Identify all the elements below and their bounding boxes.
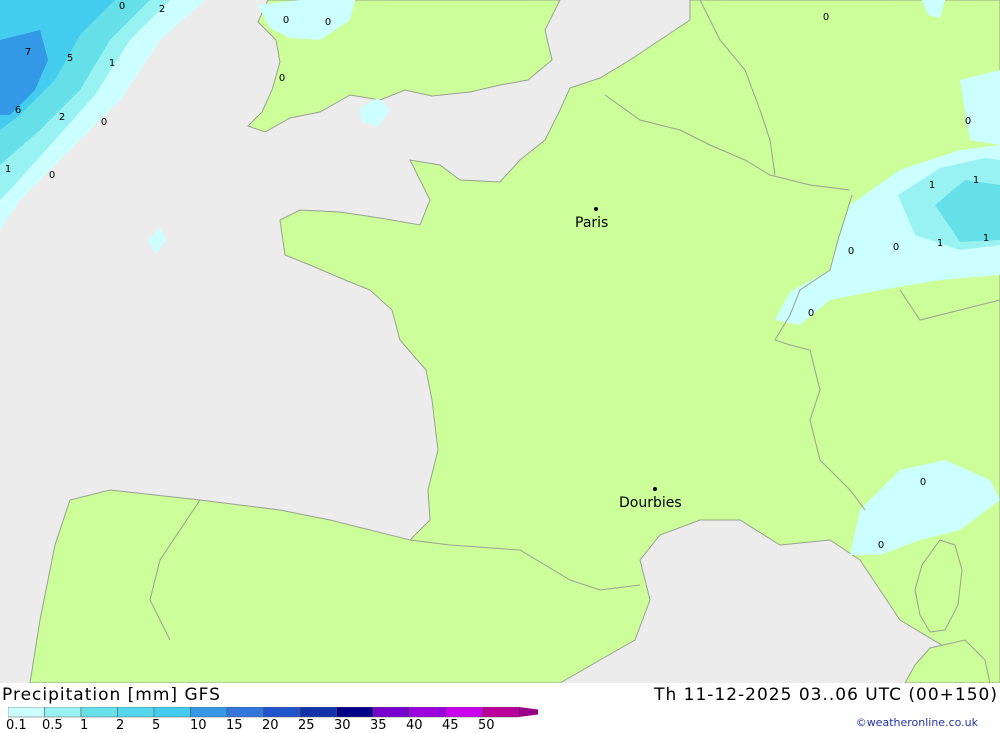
precip-value-label: 0 <box>965 116 971 127</box>
precip-value-label: 0 <box>325 17 331 28</box>
legend-swatch <box>372 707 410 718</box>
legend-tick-label: 25 <box>298 718 315 733</box>
precip-value-label: 1 <box>973 175 979 186</box>
precip-value-label: 0 <box>848 246 854 257</box>
legend-swatch <box>190 707 228 718</box>
legend-tick-label: 45 <box>442 718 459 733</box>
legend-tick-label: 5 <box>152 718 161 733</box>
legend-tick-label: 35 <box>370 718 387 733</box>
legend-swatch <box>80 707 118 718</box>
precip-value-label: 0 <box>279 73 285 84</box>
credit-link[interactable]: ©weatheronline.co.uk <box>856 716 978 729</box>
precip-value-label: 1 <box>109 58 115 69</box>
legend-swatch <box>445 707 483 718</box>
legend-swatch <box>153 707 191 718</box>
legend-arrow <box>519 707 538 717</box>
legend-swatch <box>226 707 264 718</box>
precip-value-label: 1 <box>937 238 943 249</box>
footer-bar: Precipitation [mm] GFS Th 11-12-2025 03.… <box>0 683 1000 733</box>
legend-swatch <box>482 707 520 718</box>
legend-tick-label: 50 <box>478 718 495 733</box>
city-dot-dourbies <box>653 487 657 491</box>
legend-tick-label: 30 <box>334 718 351 733</box>
legend-tick-label: 1 <box>80 718 89 733</box>
legend-tick-label: 20 <box>262 718 279 733</box>
legend-swatch <box>409 707 447 718</box>
legend-ticks: 0.1 0.5 1 2 5 10 15 20 25 30 35 40 45 50 <box>0 718 520 733</box>
legend-swatch <box>263 707 301 718</box>
precip-value-label: 1 <box>929 180 935 191</box>
precip-value-label: 0 <box>101 117 107 128</box>
precip-value-label: 0 <box>119 1 125 12</box>
precip-value-label: 0 <box>808 308 814 319</box>
precip-value-label: 6 <box>15 105 21 116</box>
precip-value-label: 0 <box>49 170 55 181</box>
legend-tick-label: 15 <box>226 718 243 733</box>
legend-swatch <box>117 707 155 718</box>
city-label-dourbies: Dourbies <box>619 495 682 511</box>
legend-swatch <box>299 707 337 718</box>
map-title: Precipitation [mm] GFS <box>2 685 221 705</box>
city-label-paris: Paris <box>575 215 608 231</box>
legend-swatch <box>336 707 374 718</box>
precip-value-label: 1 <box>5 164 11 175</box>
legend-swatch <box>8 707 45 718</box>
precip-value-label: 2 <box>59 112 65 123</box>
legend-tick-label: 40 <box>406 718 423 733</box>
precip-value-label: 2 <box>159 4 165 15</box>
precip-value-label: 1 <box>983 233 989 244</box>
legend-tick-label: 0.1 <box>6 718 27 733</box>
precip-value-label: 0 <box>893 242 899 253</box>
city-dot-paris <box>594 207 598 211</box>
map-timestamp: Th 11-12-2025 03..06 UTC (00+150) <box>654 685 998 705</box>
legend-swatch <box>44 707 82 718</box>
precip-value-label: 0 <box>878 540 884 551</box>
legend-tick-label: 0.5 <box>42 718 63 733</box>
precip-value-label: 0 <box>283 15 289 26</box>
precip-value-label: 7 <box>25 47 31 58</box>
precip-value-label: 5 <box>67 53 73 64</box>
precip-value-label: 0 <box>920 477 926 488</box>
legend-tick-label: 10 <box>190 718 207 733</box>
weather-map: 0 2 7 5 1 6 2 0 1 0 0 0 0 0 0 1 1 0 0 1 1 0 0 0 Paris Dourbies <box>0 0 1000 683</box>
legend-tick-label: 2 <box>116 718 125 733</box>
precip-value-label: 0 <box>823 12 829 23</box>
